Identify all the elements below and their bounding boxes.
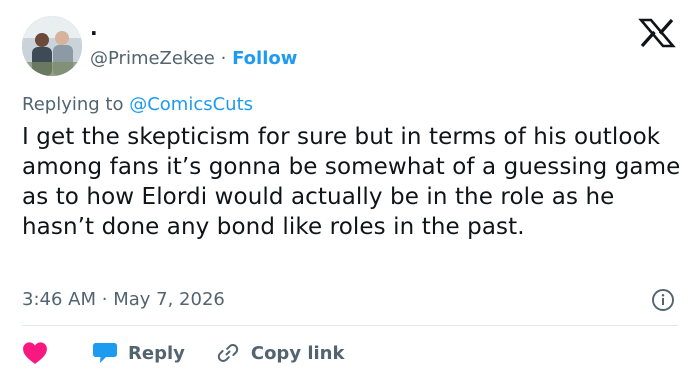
divider xyxy=(22,325,678,326)
action-bar: Reply Copy link xyxy=(22,339,344,367)
tweet-card: . @PrimeZekee · Follow Replying to @Comi… xyxy=(0,0,700,379)
speech-bubble-icon xyxy=(93,343,117,363)
tweet-date: May 7, 2026 xyxy=(113,289,225,310)
copy-link-button[interactable]: Copy link xyxy=(215,341,345,365)
tweet-text: I get the skepticism for sure but in ter… xyxy=(22,124,681,240)
info-icon[interactable] xyxy=(651,288,675,312)
tweet-time: 3:46 AM xyxy=(22,289,96,310)
avatar-photo xyxy=(22,16,82,76)
handle-separator: · xyxy=(220,48,227,69)
copy-link-label: Copy link xyxy=(250,342,345,364)
x-logo-icon[interactable] xyxy=(637,18,677,48)
follow-button[interactable]: Follow xyxy=(232,48,297,69)
heart-icon xyxy=(23,342,47,364)
timestamp-separator: · xyxy=(101,289,108,310)
reply-context: Replying to @ComicsCuts xyxy=(22,93,253,117)
link-icon xyxy=(217,344,239,362)
author-handle[interactable]: @PrimeZekee xyxy=(90,48,215,69)
like-button[interactable] xyxy=(22,341,48,365)
avatar[interactable] xyxy=(22,16,82,76)
display-name[interactable]: . xyxy=(90,16,98,40)
reply-to-handle[interactable]: @ComicsCuts xyxy=(129,94,253,115)
handle-row: @PrimeZekee · Follow xyxy=(90,47,297,71)
tweet-timestamp[interactable]: 3:46 AM · May 7, 2026 xyxy=(22,288,225,312)
reply-button[interactable]: Reply xyxy=(92,341,185,365)
reply-prefix: Replying to xyxy=(22,94,124,115)
reply-label: Reply xyxy=(128,342,185,364)
